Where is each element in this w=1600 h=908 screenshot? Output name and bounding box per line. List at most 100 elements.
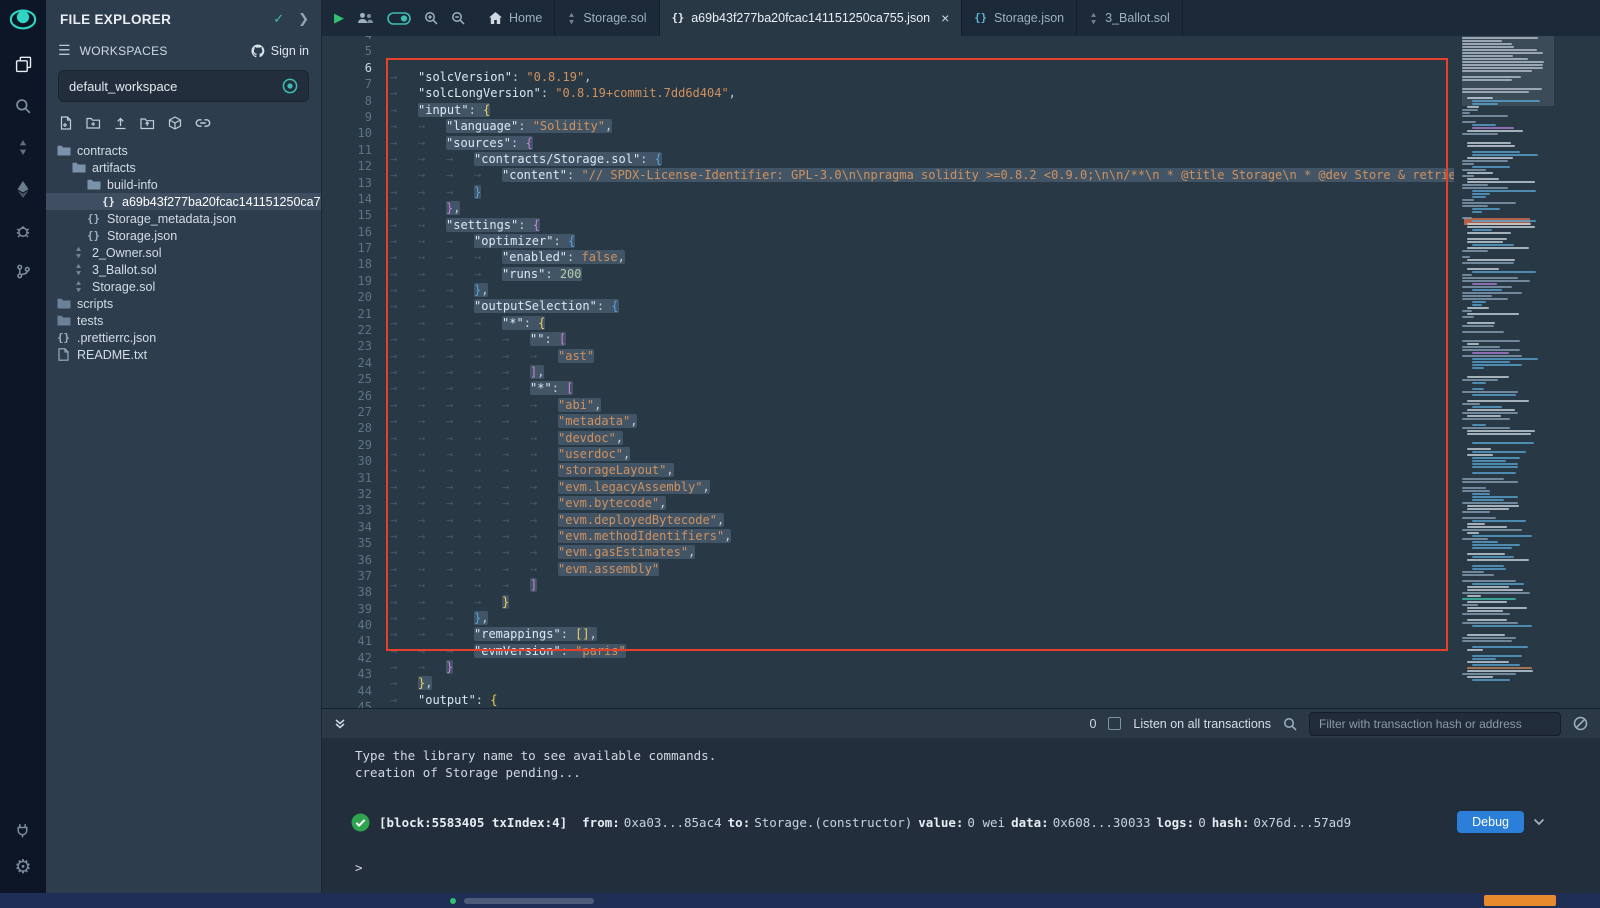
activity-solidity-compiler-icon[interactable] <box>17 139 29 156</box>
hamburger-icon[interactable]: ☰ <box>58 42 71 59</box>
code-line[interactable]: →→→→"content": "// SPDX-License-Identifi… <box>390 167 1454 183</box>
tree-item-storage-metadata-json[interactable]: {}Storage_metadata.json <box>46 210 321 227</box>
activity-deploy-run-icon[interactable] <box>17 181 29 198</box>
code-line[interactable]: →→→→"enabled": false, <box>390 249 1454 265</box>
code-line[interactable]: →→→→→"*": [ <box>390 380 1454 396</box>
code-line[interactable]: →→} <box>390 659 1454 675</box>
cube-icon[interactable] <box>168 116 182 130</box>
transaction-filter-input[interactable] <box>1309 712 1561 736</box>
code-line[interactable]: →→→→→→"evm.legacyAssembly", <box>390 479 1454 495</box>
code-line[interactable]: →→→→→→"evm.deployedBytecode", <box>390 512 1454 528</box>
code-line[interactable]: →→"language": "Solidity", <box>390 118 1454 134</box>
run-script-button[interactable]: ▶ <box>334 10 344 26</box>
listen-all-checkbox[interactable] <box>1108 717 1121 730</box>
tree-item-storage-sol[interactable]: Storage.sol <box>46 278 321 295</box>
tree-item-3-ballot-sol[interactable]: 3_Ballot.sol <box>46 261 321 278</box>
tree-item-readme-txt[interactable]: README.txt <box>46 346 321 363</box>
expand-terminal-icon[interactable] <box>334 718 346 730</box>
code-line[interactable]: →→→→→→"metadata", <box>390 413 1454 429</box>
code-line[interactable]: →→→→→→"abi", <box>390 397 1454 413</box>
code-line[interactable]: →"solcVersion": "0.8.19", <box>390 69 1454 85</box>
code-line[interactable]: →→→"outputSelection": { <box>390 298 1454 314</box>
code-line[interactable]: →→→→} <box>390 594 1454 610</box>
new-file-icon[interactable] <box>60 116 73 130</box>
tree-item-storage-json[interactable]: {}Storage.json <box>46 227 321 244</box>
chevron-down-icon[interactable] <box>1533 818 1545 826</box>
code-line[interactable]: →→}, <box>390 200 1454 216</box>
code-line[interactable]: →"output": { <box>390 692 1454 708</box>
code-line[interactable]: →→→"contracts/Storage.sol": { <box>390 151 1454 167</box>
terminal[interactable]: Type the library name to see available c… <box>322 738 1600 893</box>
link-icon[interactable] <box>195 118 211 128</box>
code-line[interactable]: →}, <box>390 675 1454 691</box>
tree-item-build-info[interactable]: build-info <box>46 176 321 193</box>
alert-badge[interactable] <box>1484 895 1556 906</box>
tree-item-contracts[interactable]: contracts <box>46 142 321 159</box>
code-editor[interactable]: 4567891011121314151617181920212223242526… <box>322 36 1600 708</box>
code-line[interactable]: →→→"optimizer": { <box>390 233 1454 249</box>
workspace-circle-icon[interactable] <box>282 78 298 94</box>
activity-debugger-icon[interactable] <box>15 223 31 239</box>
code-line[interactable]: →→→→"*": { <box>390 315 1454 331</box>
code-line[interactable]: →→→→→→"ast" <box>390 348 1454 364</box>
code-line[interactable]: →→"settings": { <box>390 217 1454 233</box>
tree-item-2-owner-sol[interactable]: 2_Owner.sol <box>46 244 321 261</box>
code-line[interactable]: →→→→→], <box>390 364 1454 380</box>
tree-item-artifacts[interactable]: artifacts <box>46 159 321 176</box>
code-line[interactable]: →→"sources": { <box>390 135 1454 151</box>
people-icon[interactable] <box>357 12 374 24</box>
activity-plugin-manager-icon[interactable] <box>15 823 30 838</box>
tab-3-ballot-sol[interactable]: 3_Ballot.sol <box>1077 0 1183 36</box>
code-line[interactable]: →→→}, <box>390 610 1454 626</box>
tree-item-label: artifacts <box>92 161 136 175</box>
tree-item-tests[interactable]: tests <box>46 312 321 329</box>
new-folder-icon[interactable] <box>86 117 101 129</box>
upload-folder-icon[interactable] <box>140 117 155 130</box>
code-line[interactable]: →→→}, <box>390 282 1454 298</box>
code-line[interactable]: →→→→→→"evm.gasEstimates", <box>390 544 1454 560</box>
code-content[interactable]: →"solcVersion": "0.8.19",→"solcLongVersi… <box>386 36 1454 708</box>
remix-logo-icon[interactable] <box>8 5 38 32</box>
tab-a69b43f277ba20fcac141151250ca755-json[interactable]: {}a69b43f277ba20fcac141151250ca755.json× <box>660 0 963 36</box>
clear-console-icon[interactable] <box>1573 716 1588 731</box>
code-line[interactable]: →→→→→"": [ <box>390 331 1454 347</box>
code-line[interactable]: →"solcLongVersion": "0.8.19+commit.7dd6d… <box>390 85 1454 101</box>
tab-storage-sol[interactable]: Storage.sol <box>555 0 659 36</box>
tab-home[interactable]: Home <box>477 0 555 36</box>
activity-git-icon[interactable] <box>16 264 31 279</box>
chevron-right-icon[interactable]: ❯ <box>298 11 309 27</box>
tree-item-scripts[interactable]: scripts <box>46 295 321 312</box>
code-line[interactable]: →→→→→] <box>390 577 1454 593</box>
transaction-row[interactable]: [block:5583405 txIndex:4] from:0xa03...8… <box>351 811 1545 833</box>
check-icon[interactable]: ✓ <box>273 11 284 27</box>
upload-file-icon[interactable] <box>114 117 127 130</box>
tab-storage-json[interactable]: {}Storage.json <box>962 0 1077 36</box>
code-line[interactable]: →→→→→→"evm.assembly" <box>390 561 1454 577</box>
search-icon[interactable] <box>1283 717 1297 731</box>
code-line[interactable]: →→→→→→"userdoc", <box>390 446 1454 462</box>
toggle-icon[interactable] <box>387 12 411 25</box>
close-icon[interactable]: × <box>941 10 949 26</box>
activity-settings-icon[interactable]: ⚙ <box>14 858 31 877</box>
tree-item--prettierrc-json[interactable]: {}.prettierrc.json <box>46 329 321 346</box>
code-line[interactable]: →→→"remappings": [], <box>390 626 1454 642</box>
activity-file-explorer-icon[interactable] <box>15 56 32 73</box>
activity-search-icon[interactable] <box>15 98 31 114</box>
workspace-select[interactable]: default_workspace <box>58 70 309 102</box>
listen-all-label[interactable]: Listen on all transactions <box>1133 717 1271 731</box>
code-line[interactable]: →→→→→→"evm.bytecode", <box>390 495 1454 511</box>
zoom-in-icon[interactable] <box>424 11 438 25</box>
code-line[interactable]: →→→→→→"storageLayout", <box>390 462 1454 478</box>
code-line[interactable]: →→→"evmVersion": "paris" <box>390 643 1454 659</box>
terminal-prompt[interactable]: > <box>355 860 1600 875</box>
code-line[interactable]: →→→} <box>390 184 1454 200</box>
code-line[interactable]: →→→→→→"evm.methodIdentifiers", <box>390 528 1454 544</box>
tree-item-a69b43f277ba20fcac141151250ca7-[interactable]: {}a69b43f277ba20fcac141151250ca7... <box>46 193 321 210</box>
code-line[interactable]: →"input": { <box>390 102 1454 118</box>
zoom-out-icon[interactable] <box>451 11 465 25</box>
minimap[interactable] <box>1462 36 1554 708</box>
sign-in-button[interactable]: Sign in <box>251 44 309 58</box>
debug-button[interactable]: Debug <box>1457 811 1524 833</box>
code-line[interactable]: →→→→"runs": 200 <box>390 266 1454 282</box>
code-line[interactable]: →→→→→→"devdoc", <box>390 430 1454 446</box>
